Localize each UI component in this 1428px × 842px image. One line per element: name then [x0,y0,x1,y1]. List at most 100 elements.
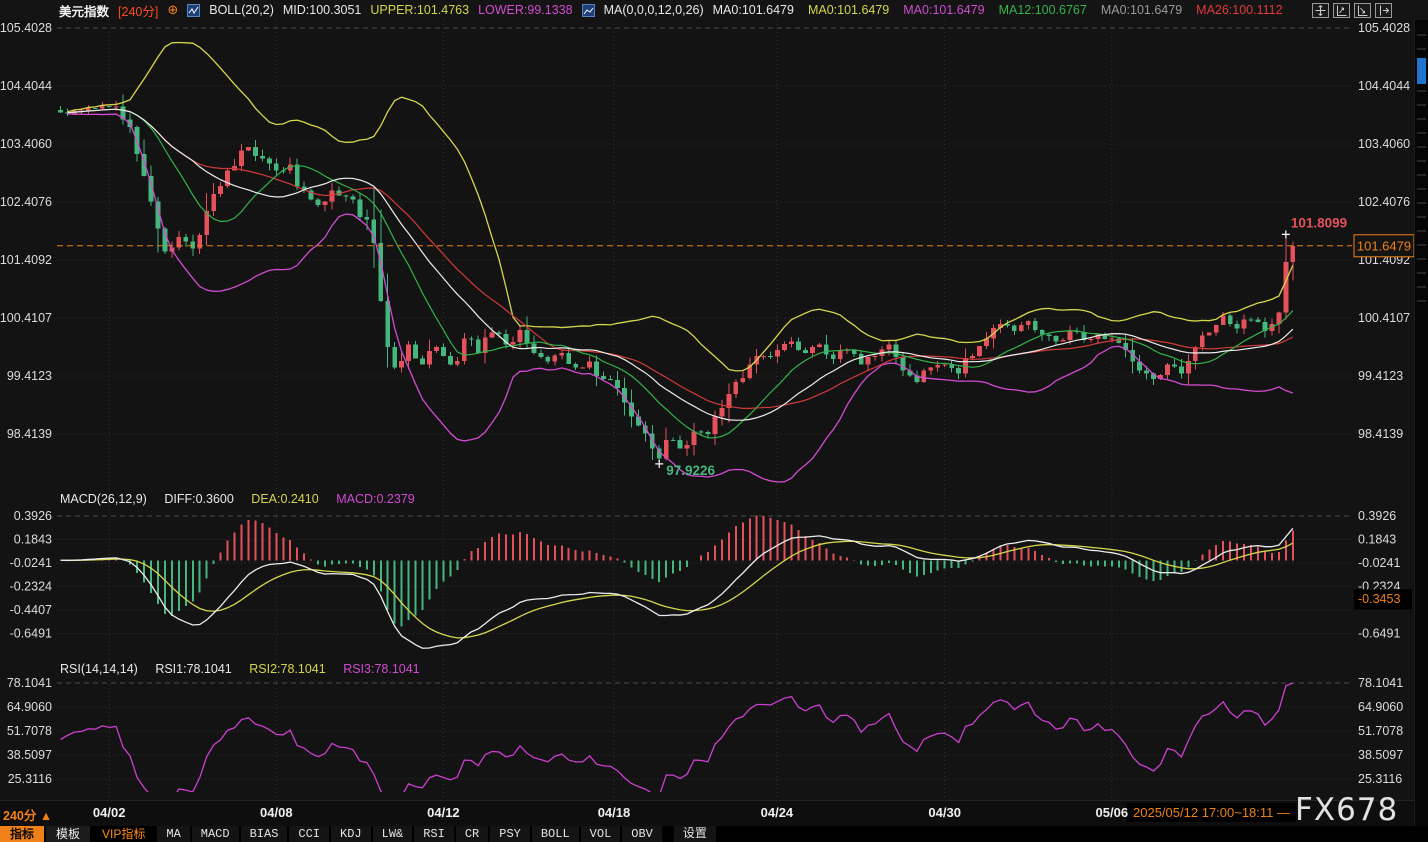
candle-body [713,416,718,434]
candle-body [1235,324,1240,329]
main-y-label-left: 103.4060 [0,137,52,151]
candle-body [399,361,404,368]
candle-body [678,440,683,449]
macd-panel[interactable]: MACD(26,12,9) DIFF:0.3600 DEA:0.2410 MAC… [0,490,1428,660]
candle-body [706,432,711,434]
candle-body [838,350,843,358]
macd-dea-value: DEA:0.2410 [251,492,318,506]
candle-body [810,347,815,353]
indicator-button-kdj[interactable]: KDJ [331,826,371,842]
macd-y-label-right: 0.1843 [1358,533,1396,547]
candle-body [462,338,467,361]
pane-axis-left-icon[interactable] [1333,3,1350,18]
candle-body [351,197,356,200]
indicator-button-boll[interactable]: BOLL [532,826,579,842]
candle-body [107,106,112,107]
candle-body [1019,325,1024,331]
ma-value-item: MA0:101.6479 [713,3,794,17]
candle-body [114,106,119,107]
candle-body [720,408,725,416]
main-chart-canvas[interactable]: 105.4028105.4028104.4044104.4044103.4060… [0,20,1428,490]
candle-body [935,365,940,368]
header-icon-group [1312,3,1392,18]
candle-body [761,356,766,357]
candle-body [497,333,502,334]
main-y-label-right: 99.4123 [1358,369,1403,383]
pane-axis-right-icon[interactable] [1354,3,1371,18]
tab-indicators[interactable]: 指标 [0,826,44,842]
candle-body [1012,326,1017,331]
indicator-button-vol[interactable]: VOL [581,826,621,842]
candle-body [740,378,745,382]
indicator-button-macd[interactable]: MACD [192,826,239,842]
candle-body [901,357,906,370]
candle-body [344,196,349,197]
macd-header: MACD(26,12,9) DIFF:0.3600 DEA:0.2410 MAC… [60,492,429,506]
candle-body [1249,319,1254,320]
bottom-toolbar: 指标模板VIP指标MAMACDBIASCCIKDJLW&RSICRPSYBOLL… [0,826,1428,842]
indicator-button-cci[interactable]: CCI [289,826,329,842]
candle-body [608,379,613,380]
mini-chart-glyph [188,5,199,16]
tab-templates[interactable]: 模板 [46,826,90,842]
candle-body [1068,331,1073,340]
rsi-panel[interactable]: RSI(14,14,14) RSI1:78.1041 RSI2:78.1041 … [0,660,1428,800]
timeframe-label[interactable]: 240分 ▲ [3,805,52,824]
candle-body [1207,333,1212,336]
indicator-button-obv[interactable]: OBV [622,826,662,842]
tab-vip-indicators[interactable]: VIP指标 [92,826,155,842]
candle-body [1228,315,1233,324]
indicator-button-rsi[interactable]: RSI [414,826,454,842]
candle-body [323,202,328,205]
main-y-label-right: 100.4107 [1358,311,1410,325]
settings-button[interactable]: 设置 [674,826,716,842]
indicator-button-ma[interactable]: MA [157,826,189,842]
rsi-y-label-left: 51.7078 [7,724,52,738]
pane-glyph [1378,5,1389,16]
indicator-button-lw[interactable]: LW& [373,826,413,842]
macd-canvas[interactable]: 0.39260.1843-0.0241-0.2324-0.4407-0.6491… [0,490,1428,660]
boll-chart-icon[interactable] [187,4,200,17]
candle-body [601,376,606,379]
candle-body [197,235,202,249]
candle-body [803,350,808,353]
candle-body [1047,334,1052,336]
pane-split-icon[interactable] [1375,3,1392,18]
candle-body [685,445,690,449]
candle-body [427,351,432,365]
candle-body [476,339,481,353]
candle-body [295,164,300,186]
indicator-button-cr[interactable]: CR [456,826,488,842]
indicator-button-bias[interactable]: BIAS [241,826,288,842]
boll-upper-line [67,43,1292,371]
period-low-label: 97.9226 [666,463,715,478]
candle-body [1061,340,1066,341]
session-timestamp: 2025/05/12 17:00~18:11 — [1127,803,1296,822]
main-chart-panel[interactable]: 105.4028105.4028104.4044104.4044103.4060… [0,20,1428,490]
candle-body [518,330,523,342]
candle-body [330,191,335,202]
macd-y-label-left: 0.3926 [14,509,52,523]
ma-value-item: MA0:101.6479 [903,3,984,17]
candle-body [1193,347,1198,361]
ma-value-item: MA26:100.1112 [1196,3,1282,17]
indicator-button-psy[interactable]: PSY [490,826,530,842]
chart-scrollbar[interactable] [1414,20,1428,826]
candle-body [455,361,460,364]
date-label: 05/06 [1090,805,1134,820]
rsi-y-label-left: 64.9060 [7,700,52,714]
move-crosshair-icon[interactable] [1312,3,1329,18]
ma-chart-icon[interactable] [582,4,595,17]
candle-body [1214,325,1219,333]
candle-body [692,431,697,445]
candle-body [733,382,738,394]
rsi-canvas[interactable]: 78.104178.104164.906064.906051.707851.70… [0,660,1428,800]
candle-body [538,353,543,357]
macd-diff-value: DIFF:0.3600 [164,492,233,506]
candle-body [566,353,571,364]
date-label: 04/24 [755,805,799,820]
scrollbar-thumb[interactable] [1417,58,1426,84]
candle-body [211,194,216,211]
boll-mid-line [67,109,1292,420]
add-indicator-icon[interactable]: ⊕ [167,2,178,18]
